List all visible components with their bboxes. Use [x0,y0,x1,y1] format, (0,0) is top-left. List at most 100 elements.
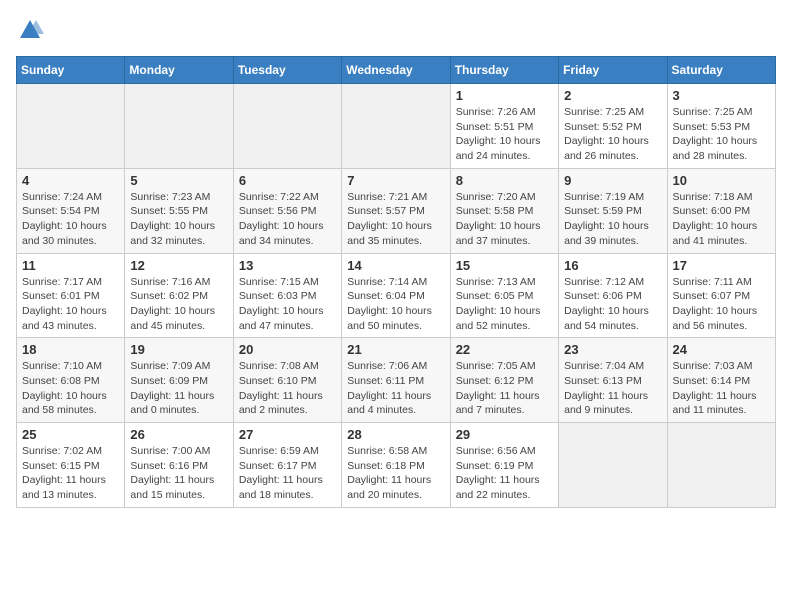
day-number: 25 [22,427,119,442]
calendar-week-row: 4 Sunrise: 7:24 AM Sunset: 5:54 PM Daylig… [17,168,776,253]
calendar-cell: 13 Sunrise: 7:15 AM Sunset: 6:03 PM Dayli… [233,253,341,338]
calendar-table: SundayMondayTuesdayWednesdayThursdayFrid… [16,56,776,508]
day-number: 19 [130,342,227,357]
calendar-cell: 10 Sunrise: 7:18 AM Sunset: 6:00 PM Dayli… [667,168,775,253]
day-number: 23 [564,342,661,357]
day-number: 10 [673,173,770,188]
calendar-cell: 20 Sunrise: 7:08 AM Sunset: 6:10 PM Dayli… [233,338,341,423]
day-number: 8 [456,173,553,188]
column-header-sunday: Sunday [17,57,125,84]
calendar-cell [559,423,667,508]
calendar-cell: 11 Sunrise: 7:17 AM Sunset: 6:01 PM Dayli… [17,253,125,338]
day-number: 3 [673,88,770,103]
calendar-cell: 12 Sunrise: 7:16 AM Sunset: 6:02 PM Dayli… [125,253,233,338]
day-info: Sunrise: 7:02 AM Sunset: 6:15 PM Dayligh… [22,444,119,503]
calendar-cell: 27 Sunrise: 6:59 AM Sunset: 6:17 PM Dayli… [233,423,341,508]
calendar-cell: 15 Sunrise: 7:13 AM Sunset: 6:05 PM Dayli… [450,253,558,338]
calendar-cell: 25 Sunrise: 7:02 AM Sunset: 6:15 PM Dayli… [17,423,125,508]
calendar-cell: 18 Sunrise: 7:10 AM Sunset: 6:08 PM Dayli… [17,338,125,423]
day-info: Sunrise: 7:13 AM Sunset: 6:05 PM Dayligh… [456,275,553,334]
logo [16,16,48,44]
day-info: Sunrise: 7:21 AM Sunset: 5:57 PM Dayligh… [347,190,444,249]
day-info: Sunrise: 7:19 AM Sunset: 5:59 PM Dayligh… [564,190,661,249]
day-info: Sunrise: 7:26 AM Sunset: 5:51 PM Dayligh… [456,105,553,164]
day-info: Sunrise: 7:06 AM Sunset: 6:11 PM Dayligh… [347,359,444,418]
logo-icon [16,16,44,44]
day-number: 17 [673,258,770,273]
day-number: 7 [347,173,444,188]
calendar-cell [342,84,450,169]
column-header-wednesday: Wednesday [342,57,450,84]
day-number: 1 [456,88,553,103]
calendar-cell [17,84,125,169]
day-info: Sunrise: 7:05 AM Sunset: 6:12 PM Dayligh… [456,359,553,418]
day-info: Sunrise: 7:03 AM Sunset: 6:14 PM Dayligh… [673,359,770,418]
calendar-week-row: 1 Sunrise: 7:26 AM Sunset: 5:51 PM Daylig… [17,84,776,169]
day-info: Sunrise: 6:59 AM Sunset: 6:17 PM Dayligh… [239,444,336,503]
calendar-cell: 19 Sunrise: 7:09 AM Sunset: 6:09 PM Dayli… [125,338,233,423]
day-number: 22 [456,342,553,357]
calendar-cell: 9 Sunrise: 7:19 AM Sunset: 5:59 PM Daylig… [559,168,667,253]
calendar-cell: 2 Sunrise: 7:25 AM Sunset: 5:52 PM Daylig… [559,84,667,169]
day-info: Sunrise: 7:23 AM Sunset: 5:55 PM Dayligh… [130,190,227,249]
day-number: 13 [239,258,336,273]
day-info: Sunrise: 7:18 AM Sunset: 6:00 PM Dayligh… [673,190,770,249]
day-info: Sunrise: 7:09 AM Sunset: 6:09 PM Dayligh… [130,359,227,418]
day-number: 24 [673,342,770,357]
day-number: 2 [564,88,661,103]
day-info: Sunrise: 7:15 AM Sunset: 6:03 PM Dayligh… [239,275,336,334]
day-info: Sunrise: 7:10 AM Sunset: 6:08 PM Dayligh… [22,359,119,418]
column-header-thursday: Thursday [450,57,558,84]
day-number: 26 [130,427,227,442]
calendar-week-row: 18 Sunrise: 7:10 AM Sunset: 6:08 PM Dayli… [17,338,776,423]
day-info: Sunrise: 7:22 AM Sunset: 5:56 PM Dayligh… [239,190,336,249]
day-number: 18 [22,342,119,357]
day-info: Sunrise: 7:11 AM Sunset: 6:07 PM Dayligh… [673,275,770,334]
calendar-cell: 21 Sunrise: 7:06 AM Sunset: 6:11 PM Dayli… [342,338,450,423]
column-header-tuesday: Tuesday [233,57,341,84]
calendar-cell: 23Sunrise: 7:04 AM Sunset: 6:13 PM Dayli… [559,338,667,423]
calendar-cell: 29 Sunrise: 6:56 AM Sunset: 6:19 PM Dayli… [450,423,558,508]
day-info: Sunrise: 7:24 AM Sunset: 5:54 PM Dayligh… [22,190,119,249]
day-info: Sunrise: 7:25 AM Sunset: 5:53 PM Dayligh… [673,105,770,164]
day-number: 9 [564,173,661,188]
day-number: 14 [347,258,444,273]
day-number: 20 [239,342,336,357]
calendar-week-row: 11 Sunrise: 7:17 AM Sunset: 6:01 PM Dayli… [17,253,776,338]
day-number: 28 [347,427,444,442]
calendar-header-row: SundayMondayTuesdayWednesdayThursdayFrid… [17,57,776,84]
calendar-cell: 7 Sunrise: 7:21 AM Sunset: 5:57 PM Daylig… [342,168,450,253]
column-header-saturday: Saturday [667,57,775,84]
day-info: Sunrise: 7:25 AM Sunset: 5:52 PM Dayligh… [564,105,661,164]
day-number: 29 [456,427,553,442]
day-info: Sunrise: 7:17 AM Sunset: 6:01 PM Dayligh… [22,275,119,334]
day-info: Sunrise: 7:14 AM Sunset: 6:04 PM Dayligh… [347,275,444,334]
calendar-cell: 8Sunrise: 7:20 AM Sunset: 5:58 PM Daylig… [450,168,558,253]
day-info: Sunrise: 6:56 AM Sunset: 6:19 PM Dayligh… [456,444,553,503]
day-number: 21 [347,342,444,357]
day-number: 12 [130,258,227,273]
day-number: 27 [239,427,336,442]
day-info: Sunrise: 7:12 AM Sunset: 6:06 PM Dayligh… [564,275,661,334]
day-number: 6 [239,173,336,188]
calendar-cell: 1 Sunrise: 7:26 AM Sunset: 5:51 PM Daylig… [450,84,558,169]
calendar-cell: 3 Sunrise: 7:25 AM Sunset: 5:53 PM Daylig… [667,84,775,169]
page-header [16,16,776,44]
day-info: Sunrise: 7:16 AM Sunset: 6:02 PM Dayligh… [130,275,227,334]
calendar-cell: 24 Sunrise: 7:03 AM Sunset: 6:14 PM Dayli… [667,338,775,423]
day-number: 16 [564,258,661,273]
day-number: 11 [22,258,119,273]
day-number: 5 [130,173,227,188]
calendar-cell: 14 Sunrise: 7:14 AM Sunset: 6:04 PM Dayli… [342,253,450,338]
day-number: 4 [22,173,119,188]
calendar-cell: 26Sunrise: 7:00 AM Sunset: 6:16 PM Dayli… [125,423,233,508]
column-header-monday: Monday [125,57,233,84]
calendar-cell [125,84,233,169]
calendar-cell: 5 Sunrise: 7:23 AM Sunset: 5:55 PM Daylig… [125,168,233,253]
calendar-cell: 4 Sunrise: 7:24 AM Sunset: 5:54 PM Daylig… [17,168,125,253]
calendar-cell: 6 Sunrise: 7:22 AM Sunset: 5:56 PM Daylig… [233,168,341,253]
calendar-cell: 22 Sunrise: 7:05 AM Sunset: 6:12 PM Dayli… [450,338,558,423]
day-info: Sunrise: 7:08 AM Sunset: 6:10 PM Dayligh… [239,359,336,418]
calendar-cell [233,84,341,169]
day-number: 15 [456,258,553,273]
